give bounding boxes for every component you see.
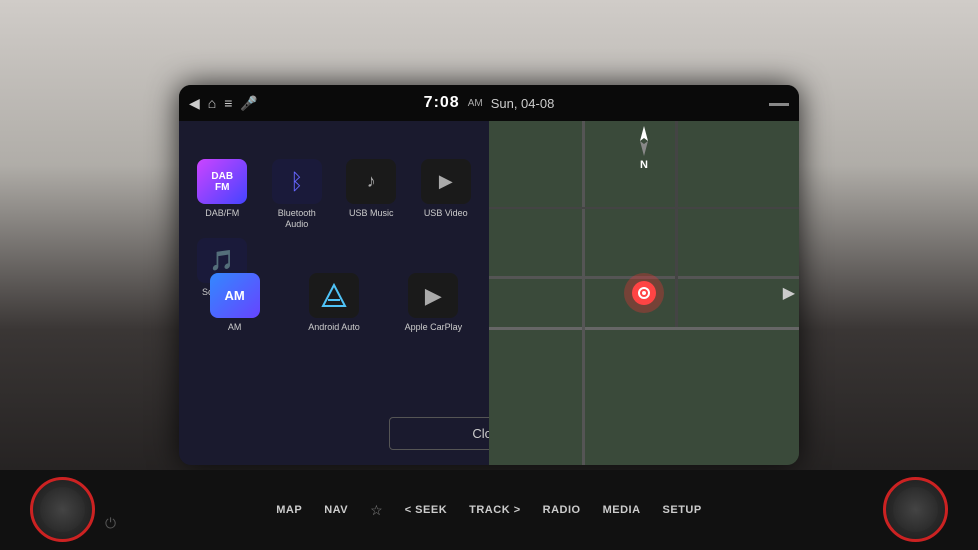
android-auto-icon <box>309 273 359 318</box>
apple-carplay-icon: ▶ <box>408 273 458 318</box>
bottom-buttons-group: MAP NAV ☆ < SEEK TRACK > RADIO MEDIA SET… <box>276 502 701 519</box>
status-icons-right: ▬▬ <box>769 98 789 109</box>
map-button[interactable]: MAP <box>276 504 302 516</box>
home-icon[interactable]: ⌂ <box>208 95 216 111</box>
menu-icon[interactable]: ≡ <box>224 95 232 111</box>
usb-video-label: USB Video <box>424 208 468 219</box>
media-item-usb-music[interactable]: ♪ USB Music <box>338 159 405 230</box>
map-background: N ▶ <box>489 121 799 465</box>
back-icon[interactable]: ◀ <box>189 95 200 112</box>
media-item-apple-carplay[interactable]: ▶ Apple CarPlay <box>388 273 479 333</box>
nav-icons-left: ◀ ⌂ ≡ 🎤 <box>189 95 258 112</box>
apple-carplay-label: Apple CarPlay <box>405 322 463 333</box>
bottom-control-bar: ⏻ MAP NAV ☆ < SEEK TRACK > RADIO MEDIA S… <box>0 470 978 550</box>
am-label: AM <box>228 322 242 333</box>
media-button[interactable]: MEDIA <box>603 504 641 516</box>
compass-north: N <box>634 159 654 171</box>
usb-music-icon: ♪ <box>346 159 396 204</box>
road-vertical-2 <box>675 121 678 327</box>
setup-button[interactable]: SETUP <box>663 504 702 516</box>
road-horizontal-2 <box>489 327 799 330</box>
left-knob-inner <box>40 487 85 532</box>
track-button[interactable]: TRACK > <box>469 504 520 516</box>
location-marker <box>624 273 664 313</box>
status-bar: ◀ ⌂ ≡ 🎤 7:08 AM Sun, 04-08 ▬▬ <box>179 85 799 121</box>
road-vertical <box>582 121 585 465</box>
media-grid-row2: AM AM Android Auto ▶ Apple CarPlay <box>179 265 489 341</box>
bluetooth-icon: ᛒ <box>272 159 322 204</box>
mic-icon[interactable]: 🎤 <box>240 95 257 112</box>
signal-icon: ▬▬ <box>769 98 789 109</box>
compass: N <box>634 126 654 171</box>
bluetooth-label: BluetoothAudio <box>278 208 316 230</box>
right-knob-inner <box>893 487 938 532</box>
infotainment-screen: ◀ ⌂ ≡ 🎤 7:08 AM Sun, 04-08 ▬▬ DABFM DAB/… <box>179 85 799 465</box>
radio-button[interactable]: RADIO <box>543 504 581 516</box>
media-item-android-auto[interactable]: Android Auto <box>288 273 379 333</box>
dabfm-icon: DABFM <box>197 159 247 204</box>
date-display: Sun, 04-08 <box>491 96 555 111</box>
map-area: N ▶ Auto 50 yd <box>489 121 799 465</box>
media-item-am[interactable]: AM AM <box>189 273 280 333</box>
favorites-star-icon[interactable]: ☆ <box>370 502 383 519</box>
media-item-usb-video[interactable]: ▶ USB Video <box>413 159 480 230</box>
location-marker-inner <box>632 281 656 305</box>
media-item-dabfm[interactable]: DABFM DAB/FM <box>189 159 256 230</box>
nav-button[interactable]: NAV <box>324 504 348 516</box>
seek-left-button[interactable]: < SEEK <box>405 504 447 516</box>
dabfm-label: DAB/FM <box>205 208 239 219</box>
usb-video-icon: ▶ <box>421 159 471 204</box>
android-auto-label: Android Auto <box>308 322 360 333</box>
road-horizontal-3 <box>489 207 799 209</box>
time-display: 7:08 <box>424 94 460 112</box>
media-item-bluetooth[interactable]: ᛒ BluetoothAudio <box>264 159 331 230</box>
right-knob[interactable] <box>883 477 948 542</box>
map-expand-arrow[interactable]: ▶ <box>783 283 795 303</box>
ampm-display: AM <box>468 98 483 109</box>
power-icon[interactable]: ⏻ <box>105 515 116 532</box>
car-dashboard: ◀ ⌂ ≡ 🎤 7:08 AM Sun, 04-08 ▬▬ DABFM DAB/… <box>0 0 978 550</box>
am-icon: AM <box>210 273 260 318</box>
usb-music-label: USB Music <box>349 208 394 219</box>
left-knob[interactable] <box>30 477 95 542</box>
